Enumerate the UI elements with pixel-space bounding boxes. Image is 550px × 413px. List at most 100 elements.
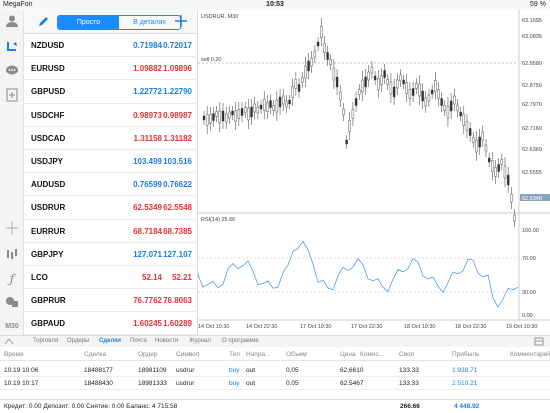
objects-icon[interactable] — [0, 296, 24, 311]
quote-symbol: AUDUSD — [31, 180, 66, 190]
quote-row[interactable]: NZDUSD 0.71984 0.72017 — [24, 34, 196, 58]
rsi-tick-label: 70.00 — [522, 256, 536, 262]
settings-icon[interactable] — [534, 337, 544, 348]
candle-body — [228, 111, 231, 119]
chat-icon[interactable] — [0, 65, 24, 80]
column-header[interactable]: Комис... — [360, 351, 384, 358]
candle-body — [487, 157, 491, 163]
quote-symbol: EURUSD — [31, 64, 65, 74]
quote-row[interactable]: USDCHF 0.98973 0.98987 — [24, 104, 196, 127]
function-icon[interactable]: ƒ — [0, 272, 24, 286]
price-tick-label: 63.1695 — [522, 18, 542, 24]
tab-detailed[interactable]: В деталях — [119, 16, 180, 29]
tab-4[interactable]: Новости — [155, 338, 178, 344]
quote-row[interactable]: USDJPY 103.499 103.516 — [24, 150, 196, 174]
quote-symbol: GBPJPY — [31, 249, 64, 259]
quote-ask: 1.22790 — [163, 87, 192, 97]
chart-area[interactable]: USDRUR, M30 sell 0.20 63.1695 63.0835 62.958… — [197, 10, 550, 335]
candle-body — [358, 89, 361, 95]
tab-1[interactable]: Ордеры — [67, 338, 89, 344]
candle-body — [332, 67, 336, 81]
column-header[interactable]: Цена — [340, 351, 356, 358]
column-header[interactable]: Объем — [286, 351, 307, 358]
quote-row[interactable]: GBPAUD 1.60245 1.60289 — [24, 312, 196, 336]
account-icon[interactable] — [0, 14, 24, 31]
candle-body — [497, 164, 500, 172]
deal-type: buy — [229, 380, 240, 387]
deal-row[interactable]: 10.19 10:06 18488177 18981109 usdrur buy out 0… — [0, 365, 550, 377]
candle-body — [402, 79, 405, 85]
tab-3[interactable]: Почта — [130, 338, 147, 344]
deal-order: 18981109 — [138, 367, 167, 374]
quotes-header: Просто В деталях — [24, 10, 196, 34]
candle-body — [500, 159, 504, 165]
candle-body — [380, 75, 383, 85]
quote-symbol: USDJPY — [31, 156, 64, 166]
candle-body — [513, 214, 516, 222]
column-header[interactable]: Символ — [176, 351, 199, 358]
tab-0[interactable]: Торговля — [33, 338, 58, 344]
column-header[interactable]: Своп — [399, 351, 414, 358]
quote-row[interactable]: USDCAD 1.31158 1.31182 — [24, 127, 196, 150]
quote-symbol: USDRUR — [31, 203, 66, 213]
deal-row[interactable]: 10.19 10:17 18488430 18981333 usdrur buy out 0… — [0, 378, 550, 390]
candle-body — [373, 75, 377, 81]
candle-body — [456, 104, 459, 112]
new-document-icon[interactable] — [0, 88, 24, 105]
tab-6[interactable]: О программе — [222, 338, 259, 344]
tab-simple[interactable]: Просто — [58, 16, 119, 29]
rsi-label: RSI(14) 25.66 — [201, 217, 235, 223]
column-header[interactable]: Сделка — [84, 351, 106, 358]
quote-row[interactable]: GBPUSD 1.22772 1.22790 — [24, 80, 196, 104]
tab-5[interactable]: Журнал — [189, 338, 211, 344]
candle-body — [345, 139, 348, 145]
column-header[interactable]: Время — [4, 351, 24, 358]
candle-body — [415, 83, 418, 89]
quote-ask: 1.31182 — [163, 133, 192, 143]
quote-ask: 76.8063 — [163, 296, 192, 306]
add-symbol-icon[interactable] — [175, 14, 187, 32]
candle-body — [313, 50, 317, 58]
price-tick-label: 62.7970 — [522, 102, 542, 108]
profit-total: 4 448.92 — [454, 403, 480, 410]
deal-symbol: usdrur — [176, 367, 195, 374]
column-header[interactable]: Ордер — [138, 351, 158, 358]
time-tick-label: 14 Oct 10:30 — [198, 324, 230, 330]
candle-body — [418, 83, 421, 97]
quote-ask: 0.98987 — [163, 110, 192, 120]
column-header[interactable]: Напра... — [246, 351, 270, 358]
rsi-tick-label: 0.00 — [522, 313, 533, 319]
candle-body — [335, 76, 339, 88]
column-header[interactable]: Комментарий — [510, 351, 550, 358]
candle-body — [231, 110, 234, 116]
quote-ask: 1.60289 — [163, 319, 192, 329]
quote-row[interactable]: GBPJPY 127.071 127.107 — [24, 243, 196, 266]
candle-body — [510, 193, 513, 203]
quote-row[interactable]: USDRUR 62.5349 62.5548 — [24, 196, 196, 220]
tab-2[interactable]: Сделки — [99, 338, 121, 344]
quote-row[interactable]: GBPRUR 76.7762 76.8063 — [24, 289, 196, 313]
quote-row[interactable]: LCO 52.14 52.21 — [24, 266, 196, 290]
chart-canvas[interactable]: USDRUR, M30 sell 0.20 63.1695 63.0835 62.958… — [197, 10, 550, 335]
time-tick-label: 14 Oct 22:30 — [246, 324, 278, 330]
time-tick-label: 18 Oct 10:30 — [404, 324, 436, 330]
deal-profit: 1 938.71 — [452, 367, 478, 374]
edit-icon[interactable] — [37, 15, 49, 33]
collapse-icon[interactable] — [4, 337, 15, 345]
crosshair-icon[interactable] — [0, 222, 24, 237]
quotes-icon[interactable] — [0, 40, 24, 57]
candle-body — [443, 105, 446, 111]
deal-dir: out — [246, 367, 256, 374]
terminal-tabs: Торговля Ордеры Сделки Почта Новости Жур… — [0, 335, 550, 347]
candle-body — [348, 120, 351, 132]
candle-body — [478, 136, 481, 148]
quote-row[interactable]: EURUSD 1.09882 1.09896 — [24, 57, 196, 81]
quote-row[interactable]: EURRUR 68.7184 68.7385 — [24, 220, 196, 243]
indicators-icon[interactable] — [0, 248, 24, 263]
column-header[interactable]: Тип — [229, 351, 240, 358]
timeframe-button[interactable]: M30 — [0, 323, 24, 330]
quote-row[interactable]: AUDUSD 0.76599 0.76622 — [24, 173, 196, 197]
price-tick-label: 62.7160 — [522, 126, 542, 132]
column-header[interactable]: Прибыль — [452, 351, 480, 358]
candle-body — [297, 84, 301, 92]
